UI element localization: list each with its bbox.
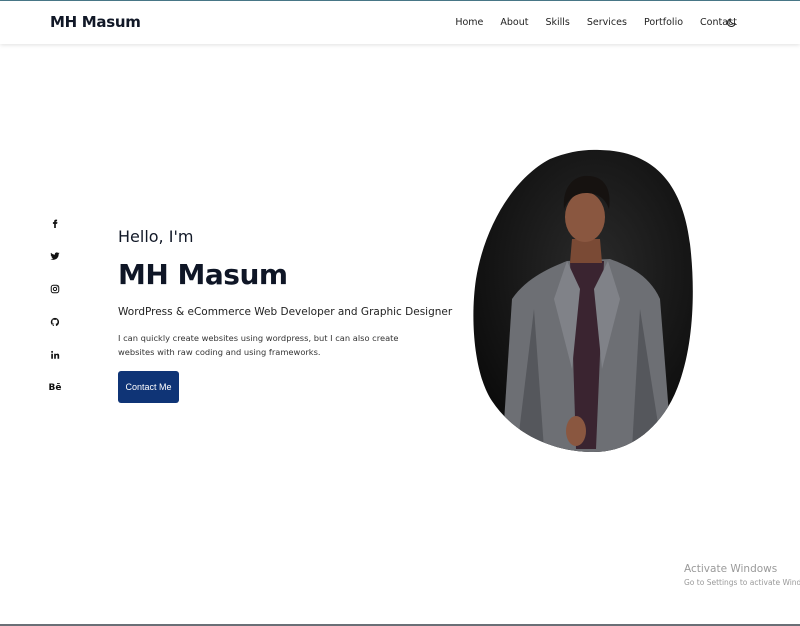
nav-about[interactable]: About (500, 17, 528, 28)
instagram-icon[interactable] (48, 282, 62, 296)
watermark-title: Activate Windows (684, 563, 778, 575)
activate-windows-watermark: Activate Windows Go to Settings to activ… (684, 563, 800, 587)
twitter-icon[interactable] (48, 249, 62, 263)
hero-description: I can quickly create websites using word… (118, 333, 399, 357)
nav-services[interactable]: Services (587, 17, 627, 28)
nav-skills[interactable]: Skills (545, 17, 569, 28)
hero-subtitle: WordPress & eCommerce Web Developer and … (118, 306, 453, 318)
profile-photo (473, 149, 693, 453)
site-header: MH Masum Home About Skills Services Port… (0, 1, 800, 44)
github-icon[interactable] (48, 315, 62, 329)
hero-greeting: Hello, I'm (118, 227, 194, 246)
moon-icon[interactable] (726, 17, 737, 28)
nav-portfolio[interactable]: Portfolio (644, 17, 683, 28)
behance-icon[interactable]: Bē (48, 381, 62, 395)
watermark-subtitle: Go to Settings to activate Windows. (684, 578, 800, 587)
main-nav: Home About Skills Services Portfolio Con… (438, 17, 737, 28)
linkedin-icon[interactable] (48, 348, 62, 362)
social-links: Bē (48, 216, 62, 414)
behance-label: Bē (48, 383, 62, 393)
hero-name: MH Masum (118, 258, 288, 291)
contact-me-button[interactable]: Contact Me (118, 371, 179, 403)
facebook-icon[interactable] (48, 216, 62, 230)
site-logo[interactable]: MH Masum (50, 13, 141, 31)
nav-home[interactable]: Home (455, 17, 483, 28)
